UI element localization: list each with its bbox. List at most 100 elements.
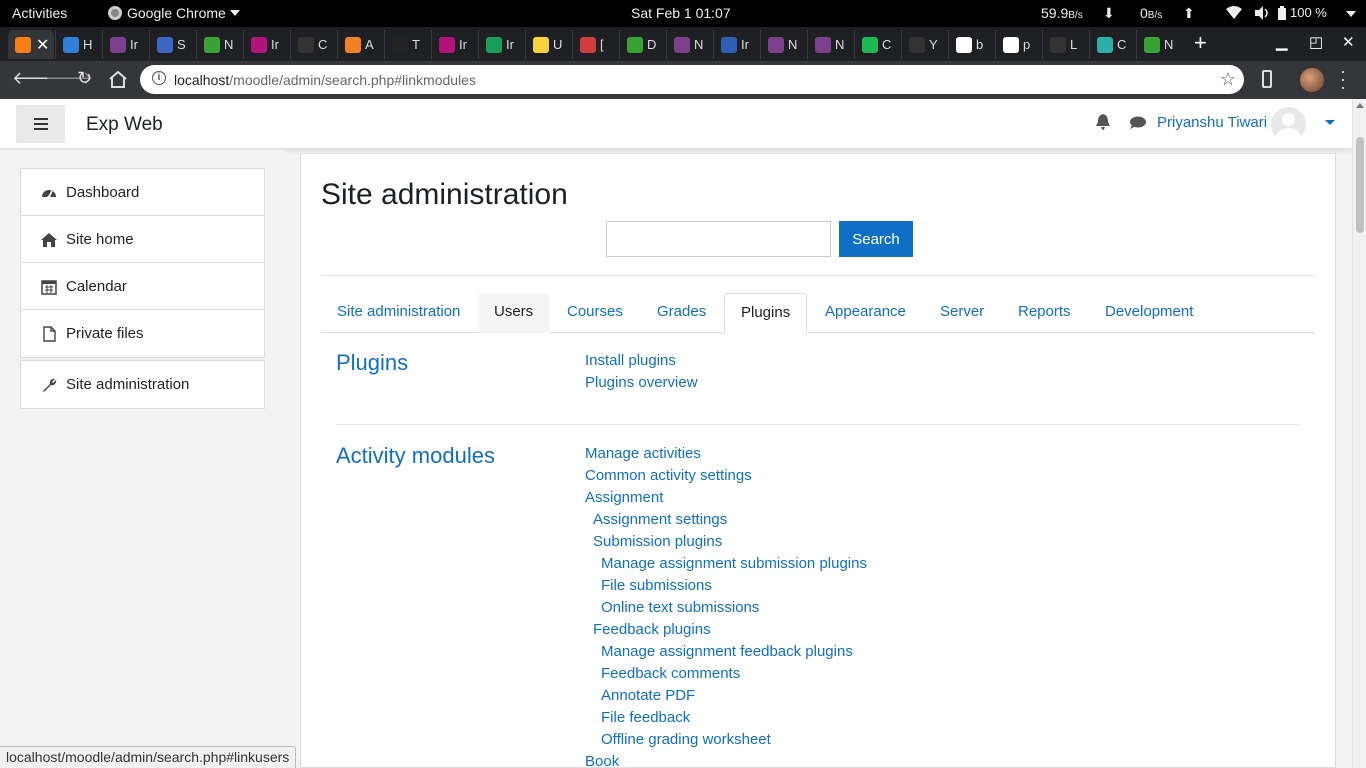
scrollbar-thumb[interactable]: [1356, 137, 1364, 233]
drawer-toggle-button[interactable]: [16, 105, 65, 143]
user-menu-name[interactable]: Priyanshu Tiwari: [1157, 114, 1267, 131]
volume-icon[interactable]: [1255, 6, 1271, 20]
address-bar[interactable]: i localhost/moodle/admin/search.php#link…: [140, 65, 1244, 94]
new-tab-plus-icon[interactable]: +: [1194, 30, 1207, 56]
browser-tab[interactable]: C: [1089, 30, 1135, 59]
site-info-icon[interactable]: i: [152, 71, 166, 85]
tab-favicon-icon: [298, 37, 314, 53]
browser-tab[interactable]: Y: [901, 30, 947, 59]
tab-favicon-icon: [251, 37, 267, 53]
admin-link[interactable]: Plugins overview: [585, 374, 698, 391]
browser-tab[interactable]: [: [572, 30, 618, 59]
maximize-window-icon[interactable]: ◰: [1309, 33, 1323, 51]
admin-link[interactable]: Offline grading worksheet: [601, 731, 771, 748]
admin-link[interactable]: Feedback comments: [601, 665, 740, 682]
browser-tab[interactable]: Ir: [102, 30, 148, 59]
tab-grades[interactable]: Grades: [641, 293, 722, 333]
tab-reports[interactable]: Reports: [1002, 293, 1087, 333]
tab-appearance[interactable]: Appearance: [809, 293, 922, 333]
tab-title: C: [882, 37, 892, 52]
tab-title: Ir: [506, 37, 514, 52]
extension-icon[interactable]: [1262, 70, 1272, 88]
reload-icon[interactable]: ↻: [77, 68, 92, 89]
minimize-window-icon[interactable]: ▁: [1276, 33, 1288, 51]
tab-courses[interactable]: Courses: [551, 293, 639, 333]
nav-drawer-main-group: Dashboard Site home Calendar Private fil…: [20, 168, 265, 358]
chrome-menu-icon[interactable]: · · ·: [1340, 62, 1346, 96]
nav-item-private-files[interactable]: Private files: [21, 310, 264, 357]
tab-site-administration[interactable]: Site administration: [321, 293, 476, 333]
admin-link[interactable]: Book: [585, 753, 619, 767]
user-menu-chevron-icon[interactable]: [1325, 120, 1335, 125]
browser-tab[interactable]: S: [149, 30, 195, 59]
browser-tab[interactable]: ✕: [8, 30, 54, 59]
nav-item-site-administration[interactable]: Site administration: [21, 361, 264, 408]
page-scrollbar[interactable]: [1352, 99, 1366, 768]
admin-search-input[interactable]: [606, 221, 831, 257]
browser-tab[interactable]: Ir: [431, 30, 477, 59]
browser-tab[interactable]: Ir: [243, 30, 289, 59]
admin-link[interactable]: Feedback plugins: [593, 621, 711, 638]
activities-button[interactable]: Activities: [12, 5, 67, 21]
home-button-icon[interactable]: [109, 71, 127, 88]
browser-tab[interactable]: L: [1042, 30, 1088, 59]
site-name[interactable]: Exp Web: [86, 114, 163, 136]
tab-server[interactable]: Server: [924, 293, 1000, 333]
admin-tabs: Site administration Users Courses Grades Plu…: [321, 293, 1315, 333]
wifi-icon[interactable]: [1226, 6, 1242, 20]
browser-tab[interactable]: D: [619, 30, 665, 59]
admin-link[interactable]: File submissions: [601, 577, 712, 594]
browser-tab[interactable]: N: [196, 30, 242, 59]
close-window-icon[interactable]: ✕: [1342, 33, 1355, 51]
user-avatar[interactable]: [1271, 107, 1306, 142]
admin-link[interactable]: Assignment: [585, 489, 663, 506]
nav-item-site-home[interactable]: Site home: [21, 216, 264, 263]
browser-tab[interactable]: N: [807, 30, 853, 59]
browser-tab[interactable]: N: [666, 30, 712, 59]
clock[interactable]: Sat Feb 1 01:07: [631, 5, 731, 21]
browser-tab[interactable]: A: [337, 30, 383, 59]
scroll-up-arrow-icon[interactable]: [1356, 103, 1364, 108]
nav-item-dashboard[interactable]: Dashboard: [21, 169, 264, 216]
tab-plugins[interactable]: Plugins: [724, 293, 808, 333]
admin-link[interactable]: Manage assignment feedback plugins: [601, 643, 853, 660]
browser-tab[interactable]: U: [525, 30, 571, 59]
admin-link[interactable]: File feedback: [601, 709, 690, 726]
tab-close-icon[interactable]: ✕: [36, 35, 49, 55]
browser-tab[interactable]: b: [948, 30, 994, 59]
profile-avatar-icon[interactable]: [1300, 68, 1324, 92]
battery-icon[interactable]: [1278, 6, 1286, 20]
tab-title: N: [788, 37, 798, 52]
upload-arrow-icon: ⬆: [1183, 5, 1195, 21]
app-menu[interactable]: Google Chrome: [108, 5, 240, 21]
section-heading[interactable]: Plugins: [336, 350, 408, 376]
tab-users[interactable]: Users: [478, 293, 550, 333]
notification-bell-icon[interactable]: [1096, 114, 1110, 130]
browser-tab[interactable]: C: [854, 30, 900, 59]
bookmark-star-icon[interactable]: ☆: [1220, 69, 1236, 90]
browser-tab[interactable]: C: [290, 30, 336, 59]
browser-tab[interactable]: H: [55, 30, 101, 59]
browser-tab[interactable]: N: [1136, 30, 1182, 59]
browser-tab[interactable]: p: [995, 30, 1041, 59]
browser-tab[interactable]: Ir: [478, 30, 524, 59]
admin-link[interactable]: Submission plugins: [593, 533, 722, 550]
browser-tab[interactable]: T: [384, 30, 430, 59]
admin-link[interactable]: Common activity settings: [585, 467, 752, 484]
admin-link[interactable]: Install plugins: [585, 352, 676, 369]
tab-development[interactable]: Development: [1089, 293, 1209, 333]
browser-tab[interactable]: N: [760, 30, 806, 59]
address-url[interactable]: localhost/moodle/admin/search.php#linkmo…: [174, 72, 476, 88]
calendar-icon: [41, 280, 57, 295]
admin-link[interactable]: Assignment settings: [593, 511, 727, 528]
system-menu-chevron-icon[interactable]: [1346, 11, 1356, 17]
nav-item-calendar[interactable]: Calendar: [21, 263, 264, 310]
admin-link[interactable]: Manage activities: [585, 445, 701, 462]
section-heading[interactable]: Activity modules: [336, 443, 495, 469]
search-button[interactable]: Search: [839, 221, 913, 257]
admin-link[interactable]: Manage assignment submission plugins: [601, 555, 867, 572]
messages-chat-icon[interactable]: [1130, 116, 1146, 129]
browser-tab[interactable]: Ir: [713, 30, 759, 59]
admin-link[interactable]: Annotate PDF: [601, 687, 695, 704]
admin-link[interactable]: Online text submissions: [601, 599, 759, 616]
